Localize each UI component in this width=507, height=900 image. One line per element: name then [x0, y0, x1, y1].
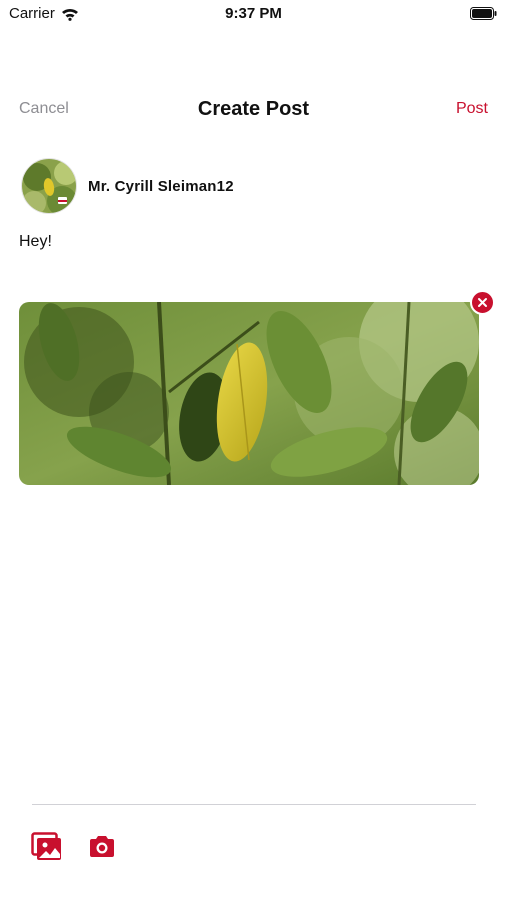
nav-bar: Cancel Create Post Post: [0, 90, 507, 130]
battery-icon: [470, 7, 497, 20]
camera-button[interactable]: [87, 832, 117, 862]
toolbar-divider: [32, 804, 476, 805]
attached-image: [19, 302, 479, 485]
post-button[interactable]: Post: [456, 100, 488, 118]
remove-image-button[interactable]: [470, 290, 495, 315]
gallery-icon: [31, 832, 61, 860]
page-title: Create Post: [197, 98, 310, 120]
gallery-button[interactable]: [31, 832, 63, 862]
status-bar: Carrier 9:37 PM: [0, 0, 507, 28]
post-text-input[interactable]: Hey!: [19, 233, 52, 251]
author-header: Mr. Cyrill Sleiman12: [21, 158, 234, 214]
camera-icon: [90, 836, 114, 857]
avatar-image: [22, 159, 76, 213]
avatar: [21, 158, 77, 214]
author-name: Mr. Cyrill Sleiman12: [88, 177, 234, 195]
status-time: 9:37 PM: [225, 5, 282, 22]
attached-photo: [19, 302, 479, 485]
close-icon: [478, 298, 487, 307]
